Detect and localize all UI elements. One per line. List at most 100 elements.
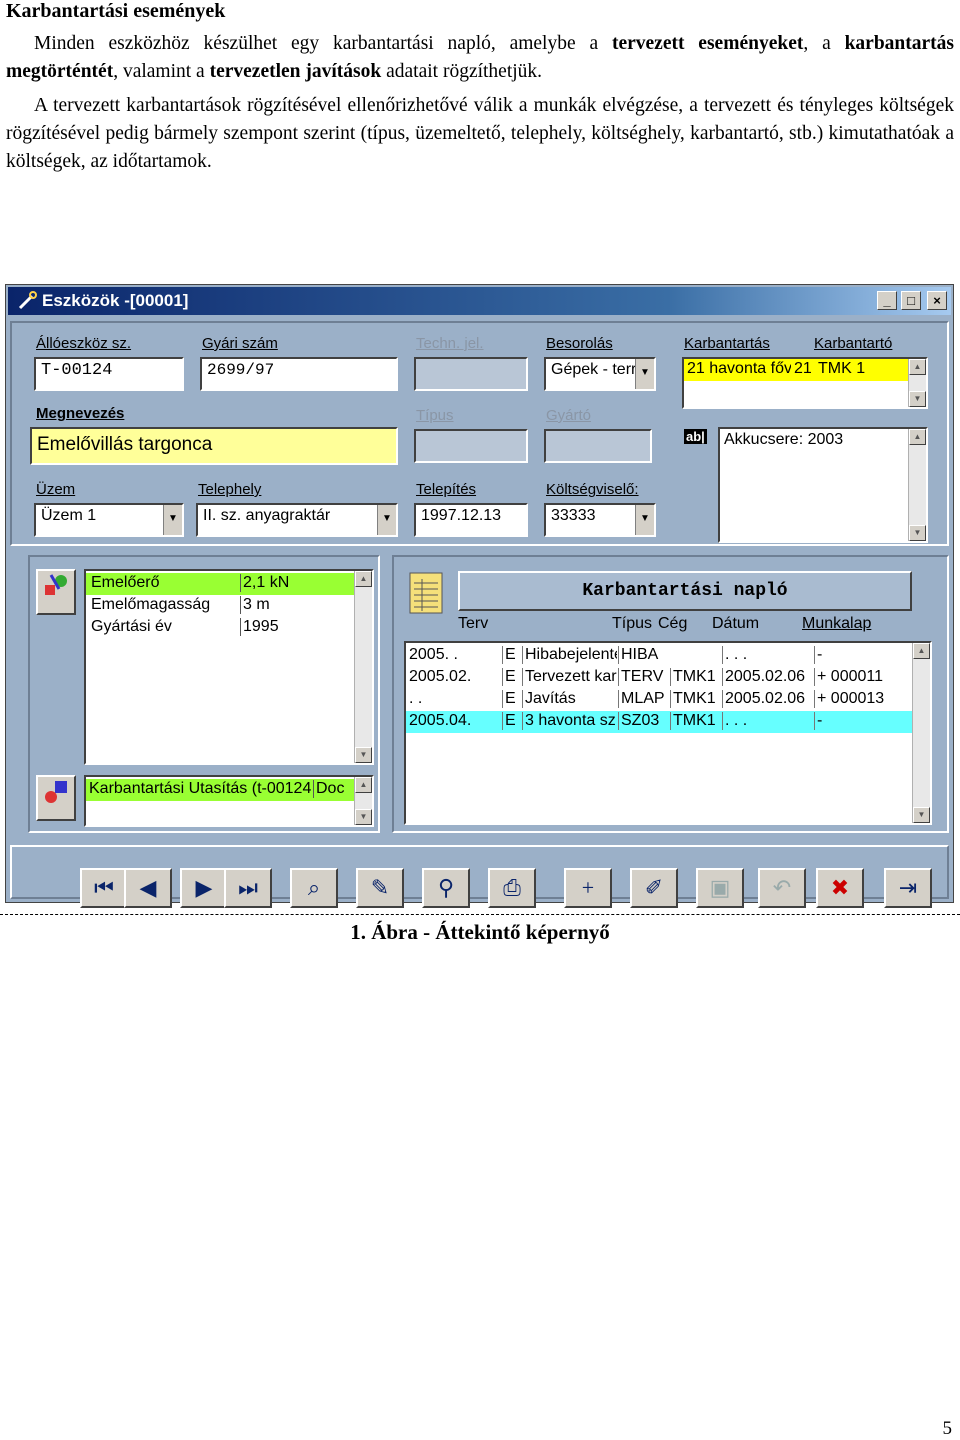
documents-list[interactable]: Karbantartási Utasítás (t-00124) Doc ▲ ▼ bbox=[84, 775, 374, 827]
alloeszkoz-field[interactable]: T-00124 bbox=[34, 357, 184, 391]
delete-icon[interactable]: ✖ bbox=[816, 868, 864, 908]
text-run: Minden eszközhöz készülhet egy karbantar… bbox=[34, 33, 612, 54]
chevron-down-icon[interactable]: ▼ bbox=[635, 359, 654, 389]
telephely-select[interactable]: II. sz. anyagraktár ▼ bbox=[196, 503, 398, 537]
karbantartas-list[interactable]: 21 havonta fővj 21 TMK 1 ▲ ▼ bbox=[682, 357, 928, 409]
maximize-button[interactable]: □ bbox=[901, 291, 921, 310]
telephely-label: Telephely bbox=[198, 481, 262, 498]
list-item[interactable]: 21 havonta fővj 21 TMK 1 bbox=[684, 359, 912, 381]
tipus-field[interactable] bbox=[414, 429, 528, 463]
title-bar: Eszközök -[00001] _ □ × bbox=[8, 287, 951, 315]
log-cell-datum: 2005.02.06 bbox=[722, 690, 813, 708]
megjegyzes-memo[interactable]: Akkucsere: 2003 ▲ ▼ bbox=[718, 427, 928, 543]
edit-icon[interactable]: ✐ bbox=[630, 868, 678, 908]
megnevezes-label: Megnevezés bbox=[36, 405, 125, 422]
log-cell-e: E bbox=[502, 690, 521, 708]
col-datum: Dátum bbox=[712, 615, 760, 632]
log-cell-tipus: MLAP bbox=[618, 690, 671, 708]
log-row[interactable]: 2005. . EHibabejelentésHIBA . . .- bbox=[406, 645, 914, 667]
log-cell-terv: . . bbox=[409, 690, 423, 707]
log-table[interactable]: 2005.04. E 3 havonta sz SZ03 TMK1. . .-. .EJ… bbox=[404, 641, 932, 825]
document-link-icon[interactable] bbox=[36, 775, 76, 821]
properties-icon[interactable] bbox=[36, 569, 76, 615]
save-icon[interactable]: ▣ bbox=[696, 868, 744, 908]
koltsegviselo-select[interactable]: 33333 ▼ bbox=[544, 503, 656, 537]
gyarto-field[interactable] bbox=[544, 429, 652, 463]
intro-paragraph: Minden eszközhöz készülhet egy karbantar… bbox=[6, 30, 954, 86]
print-icon[interactable]: ⎙ bbox=[488, 868, 536, 908]
document-type: Doc bbox=[313, 780, 344, 798]
property-name: Gyártási év bbox=[91, 618, 172, 635]
properties-list[interactable]: Gyártási év 1995 Emelőmagasság 3 m Emelőerő 2… bbox=[84, 569, 374, 765]
text-run: adatait rögzíthetjük. bbox=[381, 61, 543, 82]
undo-icon[interactable]: ↶ bbox=[758, 868, 806, 908]
figure-caption: 1. Ábra - Áttekintő képernyő bbox=[350, 920, 610, 944]
first-record-button[interactable]: ⏮ bbox=[80, 868, 128, 908]
prev-record-button[interactable]: ◀ bbox=[124, 868, 172, 908]
log-cell-datum: . . . bbox=[722, 646, 813, 664]
telepites-field[interactable]: 1997.12.13 bbox=[414, 503, 528, 537]
text-run: , valamint a bbox=[113, 61, 210, 82]
property-value: 3 m bbox=[240, 596, 270, 614]
window-title: Eszközök -[00001] bbox=[42, 291, 189, 310]
property-row[interactable]: Emelőerő 2,1 kN bbox=[86, 573, 356, 595]
log-cell-terv: 2005.04. bbox=[409, 712, 472, 729]
minimize-button[interactable]: _ bbox=[877, 291, 897, 310]
maintenance-log-panel: Karbantartási napló Terv Típus Cég Dátum… bbox=[392, 555, 949, 833]
log-cell-munkalap: + 000011 bbox=[814, 668, 917, 686]
text-run: , a bbox=[803, 33, 845, 54]
log-cell-datum: 2005.02.06 bbox=[722, 668, 813, 686]
log-cell-e: E bbox=[502, 646, 521, 664]
scrollbar[interactable]: ▲ ▼ bbox=[908, 359, 926, 407]
log-cell-munkalap: - bbox=[814, 712, 917, 730]
techn-jel-field[interactable] bbox=[414, 357, 528, 391]
log-cell-datum: . . . bbox=[722, 712, 813, 730]
binoculars-icon[interactable]: ⚲ bbox=[422, 868, 470, 908]
log-row[interactable]: . . E Javítás MLAP TMK1 2005.02.06 + 000013 bbox=[406, 689, 914, 711]
second-paragraph: A tervezett karbantartások rögzítésével … bbox=[6, 95, 954, 172]
col-munkalap[interactable]: Munkalap bbox=[802, 615, 871, 633]
gyari-szam-label: Gyári szám bbox=[202, 335, 278, 352]
document-row[interactable]: Karbantartási Utasítás (t-00124) Doc bbox=[86, 779, 356, 801]
chevron-down-icon[interactable]: ▼ bbox=[163, 505, 182, 535]
property-name: Emelőerő bbox=[91, 574, 160, 591]
chevron-down-icon[interactable]: ▼ bbox=[635, 505, 654, 535]
property-value: 1995 bbox=[240, 618, 279, 636]
page-number: 5 bbox=[942, 1418, 953, 1439]
gyarto-label: Gyártó bbox=[546, 407, 592, 424]
close-button[interactable]: × bbox=[927, 291, 947, 310]
edit-list-icon[interactable]: ✎ bbox=[356, 868, 404, 908]
log-cell-desc: Hibabejelentés bbox=[522, 646, 617, 664]
log-row[interactable]: 2005.04. E 3 havonta sz SZ03 TMK1. . .- bbox=[406, 711, 914, 733]
properties-panel: Gyártási év 1995 Emelőmagasság 3 m Emelőerő 2… bbox=[28, 555, 380, 833]
log-row[interactable]: 2005.02. E Tervezett karb TERV TMK1 2005.02.0… bbox=[406, 667, 914, 689]
scrollbar[interactable]: ▲ ▼ bbox=[354, 571, 372, 763]
megnevezes-field[interactable]: Emelővillás targonca bbox=[30, 427, 398, 465]
gyari-szam-field[interactable]: 2699/97 bbox=[200, 357, 398, 391]
scrollbar[interactable]: ▲ ▼ bbox=[354, 777, 372, 825]
log-cell-terv: 2005.02. bbox=[409, 668, 472, 685]
besorolas-select[interactable]: Gépek - terr ▼ bbox=[544, 357, 656, 391]
karbantartas-label: Karbantartás bbox=[684, 335, 770, 352]
besorolas-label: Besorolás bbox=[546, 335, 613, 352]
log-cell-ceg: TMK1 bbox=[670, 690, 721, 708]
scrollbar[interactable]: ▲ ▼ bbox=[912, 643, 930, 823]
next-record-button[interactable]: ▶ bbox=[180, 868, 228, 908]
chevron-down-icon[interactable]: ▼ bbox=[377, 505, 396, 535]
search-icon[interactable]: ⌕ bbox=[290, 868, 338, 908]
tipus-label: Típus bbox=[416, 407, 454, 424]
last-record-button[interactable]: ⏭ bbox=[224, 868, 272, 908]
log-cell-desc: Tervezett karb bbox=[522, 668, 617, 686]
new-document-icon[interactable]: + bbox=[564, 868, 612, 908]
exit-icon[interactable]: ⇥ bbox=[884, 868, 932, 908]
besorolas-value: Gépek - terr bbox=[551, 361, 637, 378]
document-name: Karbantartási Utasítás (t-00124) bbox=[89, 780, 311, 797]
emphasis-text: tervezetlen javítások bbox=[209, 61, 382, 82]
log-cell-tipus: HIBA bbox=[618, 646, 671, 664]
scrollbar[interactable]: ▲ ▼ bbox=[908, 429, 926, 541]
uzem-select[interactable]: Üzem 1 ▼ bbox=[34, 503, 184, 537]
log-cell-desc: Javítás bbox=[522, 690, 617, 708]
property-row[interactable]: Emelőmagasság 3 m bbox=[86, 595, 356, 617]
log-cell-ceg: TMK1 bbox=[670, 668, 721, 686]
property-row[interactable]: Gyártási év 1995 bbox=[86, 617, 356, 639]
